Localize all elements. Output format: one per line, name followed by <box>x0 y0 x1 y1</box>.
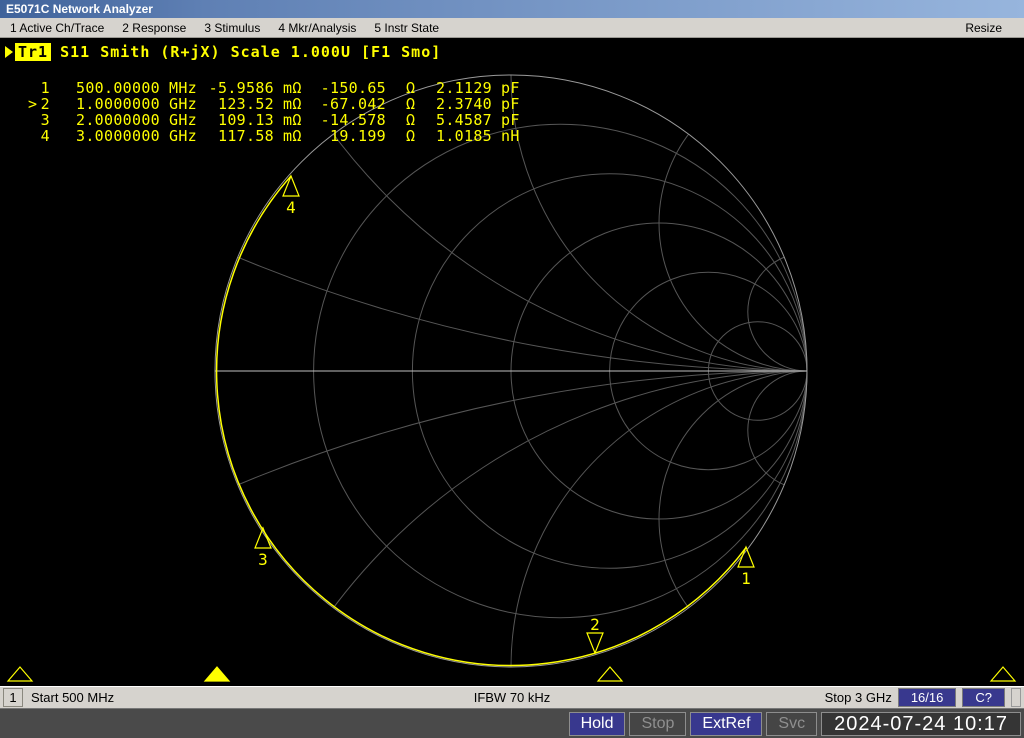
marker-row-1: 1 500.00000 MHz -5.9586 mΩ -150.65 Ω 2.1… <box>28 80 526 96</box>
channel-number-box: 1 <box>3 688 23 707</box>
status-empty-box <box>1011 688 1021 707</box>
marker-select-indicator <box>28 80 38 96</box>
window-title: E5071C Network Analyzer <box>6 2 153 16</box>
marker-frequency-unit: GHz <box>160 128 200 144</box>
stimulus-triangle-marker-4 <box>991 667 1015 681</box>
marker-4-label: 4 <box>286 198 296 217</box>
marker-reactance: 19.199 <box>306 128 386 144</box>
marker-reactance-unit: Ω <box>386 96 418 112</box>
hold-button[interactable]: Hold <box>569 712 626 736</box>
marker-select-indicator: > <box>28 96 38 112</box>
marker-number: 4 <box>38 128 50 144</box>
trace-name-badge[interactable]: Tr1 <box>15 43 51 61</box>
reactance-arc <box>215 371 1024 686</box>
marker-resistance: 109.13 <box>200 112 274 128</box>
extref-button[interactable]: ExtRef <box>690 712 762 736</box>
instrument-display: 4 3 1 2 Tr1 S11 Smith (R+jX) Scale 1.000… <box>0 38 1024 686</box>
menu-bar: 1 Active Ch/Trace 2 Response 3 Stimulus … <box>0 18 1024 38</box>
marker-frequency-unit: GHz <box>160 96 200 112</box>
marker-reactance-unit: Ω <box>386 112 418 128</box>
stop-button[interactable]: Stop <box>629 712 686 736</box>
svc-button[interactable]: Svc <box>766 712 817 736</box>
trace-format-text: S11 Smith (R+jX) Scale 1.000U [F1 Smo] <box>60 43 441 61</box>
stimulus-triangle-marker-2-active <box>205 667 229 681</box>
menu-active-ch-trace[interactable]: 1 Active Ch/Trace <box>10 21 104 35</box>
reactance-arc <box>748 371 866 489</box>
channel-status-bar: 1 Start 500 MHz IFBW 70 kHz Stop 3 GHz 1… <box>0 686 1024 708</box>
active-trace-arrow-icon <box>5 46 13 58</box>
marker-reactance: -67.042 <box>306 96 386 112</box>
marker-resistance: 117.58 <box>200 128 274 144</box>
ifbw-label: IFBW 70 kHz <box>474 690 551 705</box>
marker-reactance-unit: Ω <box>386 128 418 144</box>
s11-trace <box>217 176 747 666</box>
marker-equivalent-unit: nH <box>492 128 526 144</box>
marker-equivalent-unit: pF <box>492 80 526 96</box>
menu-stimulus[interactable]: 3 Stimulus <box>204 21 260 35</box>
sweep-stop-label: Stop 3 GHz <box>825 690 892 705</box>
marker-2-symbol[interactable] <box>587 633 603 653</box>
reactance-arc <box>659 75 955 371</box>
marker-1-symbol[interactable] <box>738 547 754 567</box>
title-bar: E5071C Network Analyzer <box>0 0 1024 18</box>
marker-frequency: 500.00000 <box>50 80 160 96</box>
stimulus-triangle-marker-3 <box>598 667 622 681</box>
marker-resistance-unit: mΩ <box>274 96 306 112</box>
marker-reactance-unit: Ω <box>386 80 418 96</box>
status-bar-right: Stop 3 GHz 16/16 C? <box>825 688 1021 707</box>
sweep-start-label: Start 500 MHz <box>31 690 114 705</box>
trace-status-line: Tr1 S11 Smith (R+jX) Scale 1.000U [F1 Sm… <box>5 43 441 61</box>
marker-frequency: 2.0000000 <box>50 112 160 128</box>
marker-frequency-unit: GHz <box>160 112 200 128</box>
marker-equivalent-unit: pF <box>492 112 526 128</box>
marker-select-indicator <box>28 128 38 144</box>
correction-indicator: C? <box>962 688 1005 707</box>
marker-select-indicator <box>28 112 38 128</box>
datetime-display: 2024-07-24 10:17 <box>821 712 1021 736</box>
menu-instr-state[interactable]: 5 Instr State <box>374 21 439 35</box>
marker-1-label: 1 <box>741 569 751 588</box>
reactance-arc <box>511 38 1024 371</box>
marker-resistance: -5.9586 <box>200 80 274 96</box>
marker-frequency: 1.0000000 <box>50 96 160 112</box>
marker-equivalent: 2.1129 <box>418 80 492 96</box>
reactance-arc <box>748 253 866 371</box>
marker-readout-table: 1 500.00000 MHz -5.9586 mΩ -150.65 Ω 2.1… <box>28 80 526 144</box>
marker-equivalent-unit: pF <box>492 96 526 112</box>
marker-number: 2 <box>38 96 50 112</box>
instrument-status-bar: Hold Stop ExtRef Svc 2024-07-24 10:17 <box>0 708 1024 738</box>
marker-row-3: 3 2.0000000 GHz 109.13 mΩ -14.578 Ω 5.45… <box>28 112 526 128</box>
marker-frequency: 3.0000000 <box>50 128 160 144</box>
marker-frequency-unit: MHz <box>160 80 200 96</box>
marker-2-label: 2 <box>590 615 600 634</box>
marker-row-2-active: > 2 1.0000000 GHz 123.52 mΩ -67.042 Ω 2.… <box>28 96 526 112</box>
marker-3-label: 3 <box>258 550 268 569</box>
marker-resistance: 123.52 <box>200 96 274 112</box>
marker-equivalent: 5.4587 <box>418 112 492 128</box>
marker-resistance-unit: mΩ <box>274 112 306 128</box>
points-indicator: 16/16 <box>898 688 957 707</box>
app-window: E5071C Network Analyzer 1 Active Ch/Trac… <box>0 0 1024 738</box>
marker-equivalent: 1.0185 <box>418 128 492 144</box>
reactance-arc <box>659 371 955 667</box>
menu-response[interactable]: 2 Response <box>122 21 186 35</box>
marker-equivalent: 2.3740 <box>418 96 492 112</box>
marker-resistance-unit: mΩ <box>274 128 306 144</box>
reactance-arc <box>511 371 1024 686</box>
marker-reactance: -150.65 <box>306 80 386 96</box>
marker-reactance: -14.578 <box>306 112 386 128</box>
marker-resistance-unit: mΩ <box>274 80 306 96</box>
marker-row-4: 4 3.0000000 GHz 117.58 mΩ 19.199 Ω 1.018… <box>28 128 526 144</box>
marker-number: 3 <box>38 112 50 128</box>
menu-resize[interactable]: Resize <box>965 21 1002 35</box>
marker-number: 1 <box>38 80 50 96</box>
stimulus-triangle-marker-1 <box>8 667 32 681</box>
menu-mkr-analysis[interactable]: 4 Mkr/Analysis <box>278 21 356 35</box>
